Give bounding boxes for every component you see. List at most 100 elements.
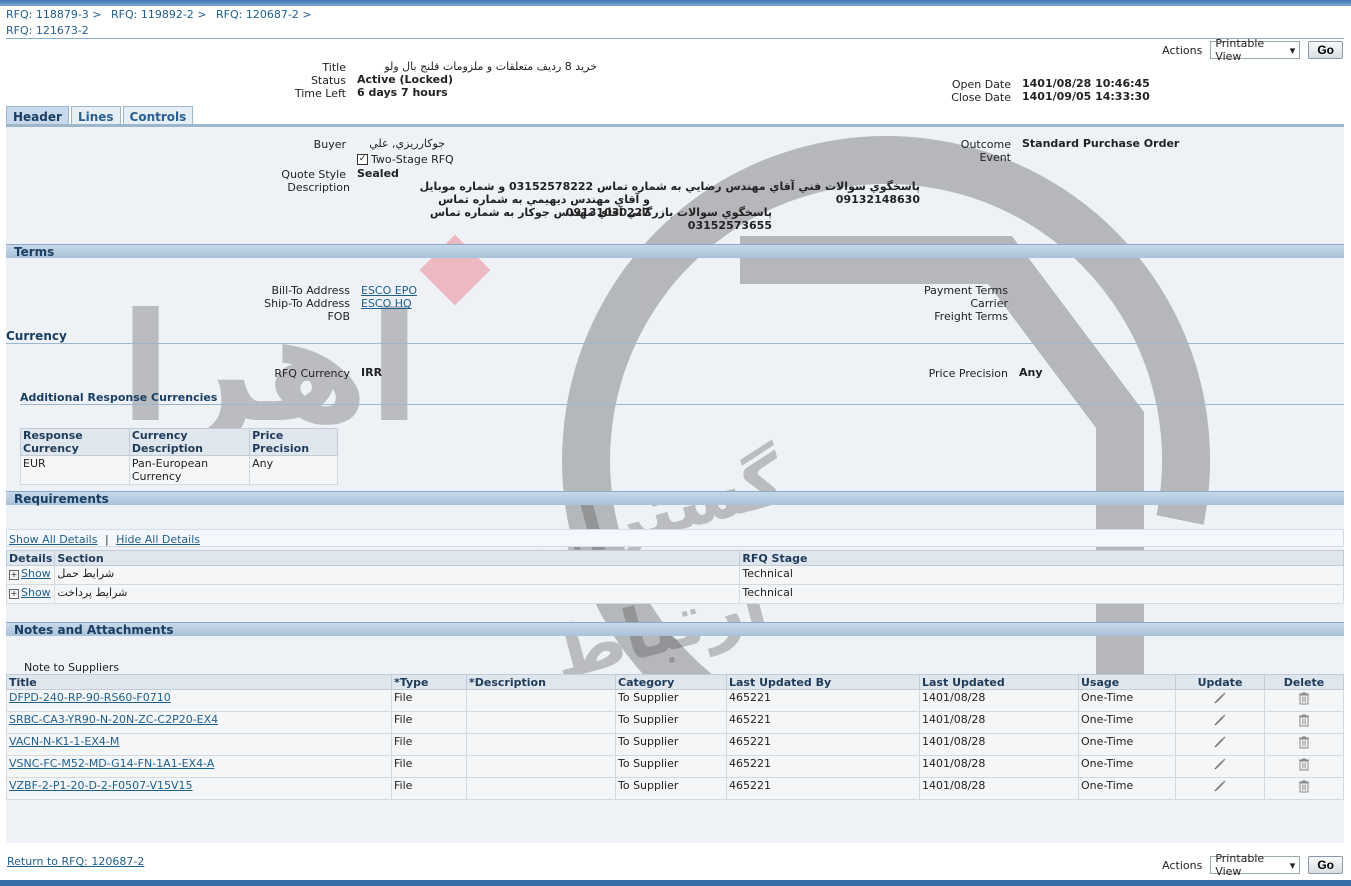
- column-header: Details: [5, 550, 56, 566]
- breadcrumb-link[interactable]: RFQ: 120687-2: [216, 8, 299, 21]
- attachment-title-cell: VZBF-2-P1-20-D-2-F0507-V15V15: [6, 777, 392, 800]
- show-details-link[interactable]: Show: [21, 586, 51, 599]
- time-left-value: 6 days 7 hours: [357, 86, 448, 99]
- buyer-label: Buyer: [313, 138, 346, 151]
- attachment-title-link[interactable]: VZBF-2-P1-20-D-2-F0507-V15V15: [9, 779, 193, 792]
- breadcrumb-link[interactable]: RFQ: 118879-3: [6, 8, 89, 21]
- attachment-title-link[interactable]: VSNC-FC-M52-MD-G14-FN-1A1-EX4-A: [9, 757, 214, 770]
- description-cell: [466, 733, 616, 756]
- trash-icon[interactable]: [1297, 757, 1311, 771]
- expand-icon[interactable]: +: [9, 570, 19, 580]
- status-value: Active (Locked): [357, 73, 454, 86]
- actions-label: Actions: [1162, 43, 1203, 57]
- additional-currencies-table: Response Currency Currency Description P…: [20, 428, 338, 485]
- actions-select[interactable]: Printable View ▾: [1210, 852, 1301, 878]
- column-header: *Description: [466, 674, 616, 690]
- actions-select[interactable]: Printable View ▾: [1210, 37, 1301, 63]
- bill-to-link[interactable]: ESCO EPO: [361, 284, 417, 297]
- update-cell: [1175, 755, 1265, 778]
- go-button[interactable]: Go: [1308, 856, 1343, 874]
- rfq-currency-label: RFQ Currency: [274, 367, 350, 380]
- column-header: Response Currency: [20, 428, 130, 456]
- actions-select-value: Printable View: [1215, 37, 1265, 63]
- category-cell: To Supplier: [615, 689, 727, 712]
- column-header: Last Updated By: [726, 674, 920, 690]
- return-link[interactable]: Return to RFQ: 120687-2: [7, 855, 144, 868]
- table-row: SRBC-CA3-YR90-N-20N-ZC-C2P20-EX4 File To…: [6, 711, 1344, 734]
- two-stage-checkbox[interactable]: ✓: [357, 154, 368, 165]
- chevron-down-icon: ▾: [1289, 43, 1296, 57]
- category-cell: To Supplier: [615, 777, 727, 800]
- breadcrumb-link[interactable]: RFQ: 119892-2: [111, 8, 194, 21]
- attachment-title-link[interactable]: VACN-N-K1-1-EX4-M: [9, 735, 119, 748]
- expand-icon[interactable]: +: [9, 589, 19, 599]
- table-row: DFPD-240-RP-90-RS60-F0710 File To Suppli…: [6, 689, 1344, 712]
- table-row: VACN-N-K1-1-EX4-M File To Supplier 46522…: [6, 733, 1344, 756]
- payment-terms-label: Payment Terms: [923, 284, 1008, 297]
- actions-bar-bottom: Actions Printable View ▾ Go: [1162, 852, 1343, 878]
- update-cell: [1175, 733, 1265, 756]
- updated-date-cell: 1401/08/28: [919, 711, 1079, 734]
- updated-date-cell: 1401/08/28: [919, 689, 1079, 712]
- section-cell: شرايط حمل: [54, 565, 741, 585]
- attachment-title-link[interactable]: DFPD-240-RP-90-RS60-F0710: [9, 691, 171, 704]
- updated-by-cell: 465221: [726, 777, 920, 800]
- buyer-value: جوكارريزي, علي: [369, 137, 445, 150]
- event-label: Event: [979, 151, 1011, 164]
- page-title: RFQ: 121673-2: [6, 24, 1344, 39]
- trash-icon[interactable]: [1297, 735, 1311, 749]
- pencil-icon[interactable]: [1213, 735, 1227, 749]
- description-cell: [466, 689, 616, 712]
- column-header: Update: [1175, 674, 1265, 690]
- table-cell: Any: [249, 455, 338, 485]
- delete-cell: [1264, 777, 1344, 800]
- type-cell: File: [391, 777, 467, 800]
- freight-terms-label: Freight Terms: [934, 310, 1008, 323]
- top-bar: [0, 0, 1351, 6]
- fob-label: FOB: [327, 310, 350, 323]
- requirements-section-header: Requirements: [6, 491, 1344, 506]
- attachment-title-link[interactable]: SRBC-CA3-YR90-N-20N-ZC-C2P20-EX4: [9, 713, 218, 726]
- delete-cell: [1264, 689, 1344, 712]
- hide-all-details-link[interactable]: Hide All Details: [116, 533, 200, 546]
- pencil-icon[interactable]: [1213, 713, 1227, 727]
- ship-to-link[interactable]: ESCO HQ: [361, 297, 412, 310]
- delete-cell: [1264, 733, 1344, 756]
- currency-heading: Currency: [6, 329, 67, 343]
- breadcrumb-separator: >: [197, 8, 207, 21]
- notes-section-header: Notes and Attachments: [6, 622, 1344, 637]
- attachment-title-cell: DFPD-240-RP-90-RS60-F0710: [6, 689, 392, 712]
- updated-by-cell: 465221: [726, 733, 920, 756]
- go-button[interactable]: Go: [1308, 41, 1343, 59]
- updated-date-cell: 1401/08/28: [919, 777, 1079, 800]
- category-cell: To Supplier: [615, 755, 727, 778]
- attachment-title-cell: VSNC-FC-M52-MD-G14-FN-1A1-EX4-A: [6, 755, 392, 778]
- trash-icon[interactable]: [1297, 779, 1311, 793]
- column-header: Price Precision: [249, 428, 338, 456]
- breadcrumb-separator: >: [302, 8, 312, 21]
- details-cell: + Show: [5, 565, 56, 585]
- column-header: Currency Description: [128, 428, 251, 456]
- trash-icon[interactable]: [1297, 713, 1311, 727]
- status-label: Status: [310, 74, 346, 87]
- pencil-icon[interactable]: [1213, 779, 1227, 793]
- pencil-icon[interactable]: [1213, 757, 1227, 771]
- table-row: VZBF-2-P1-20-D-2-F0507-V15V15 File To Su…: [6, 777, 1344, 800]
- table-row: EUR Pan-European Currency Any: [20, 455, 338, 485]
- rfq-currency-value: IRR: [361, 366, 383, 379]
- quote-style-value: Sealed: [357, 167, 399, 180]
- two-stage-label: Two-Stage RFQ: [371, 153, 454, 166]
- currency-divider: [6, 343, 1344, 344]
- updated-by-cell: 465221: [726, 689, 920, 712]
- table-row: + Show شرايط حمل Technical: [5, 565, 1344, 585]
- show-all-details-link[interactable]: Show All Details: [9, 533, 97, 546]
- note-to-suppliers-label: Note to Suppliers: [24, 661, 120, 674]
- stage-cell: Technical: [739, 584, 1344, 604]
- trash-icon[interactable]: [1297, 691, 1311, 705]
- pencil-icon[interactable]: [1213, 691, 1227, 705]
- description-cell: [466, 777, 616, 800]
- show-details-link[interactable]: Show: [21, 567, 51, 580]
- category-cell: To Supplier: [615, 711, 727, 734]
- type-cell: File: [391, 689, 467, 712]
- section-cell: شرايط پرداخت: [54, 584, 741, 604]
